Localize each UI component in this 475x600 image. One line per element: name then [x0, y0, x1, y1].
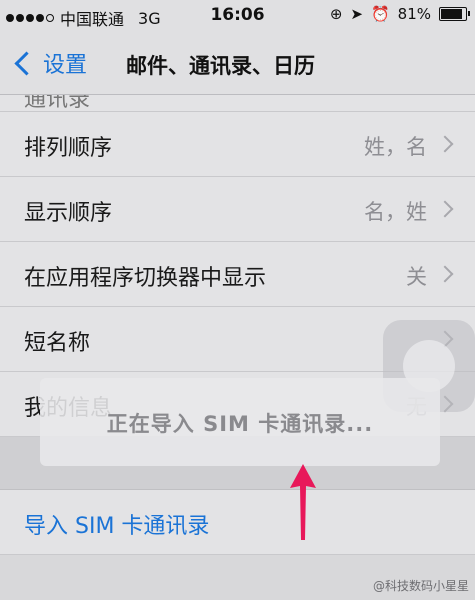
- status-icons: ⊕ ➤ ⏰ 81%: [329, 5, 470, 23]
- status-bar: 中国联通 3G 16:06 ⊕ ➤ ⏰ 81%: [0, 0, 475, 30]
- row-value: 名，姓: [364, 200, 427, 224]
- battery-percent: 81%: [397, 5, 431, 23]
- row-value: 关: [406, 265, 427, 289]
- action-label: 导入 SIM 卡通讯录: [24, 514, 210, 539]
- row-app-switcher[interactable]: 在应用程序切换器中显示 关: [0, 242, 475, 307]
- row-label: 短名称: [24, 331, 91, 356]
- page-title: 邮件、通讯录、日历: [126, 54, 315, 78]
- hud-text: 正在导入 SIM 卡通讯录...: [106, 412, 374, 436]
- section-header-partial: 通讯录: [0, 95, 475, 112]
- import-sim-contacts-button[interactable]: 导入 SIM 卡通讯录: [0, 490, 475, 555]
- back-button[interactable]: 设置: [12, 47, 87, 79]
- row-value: 姓，名: [364, 135, 427, 159]
- chevron-left-icon: [14, 50, 39, 76]
- import-progress-hud: 正在导入 SIM 卡通讯录...: [40, 378, 440, 466]
- chevron-right-icon: [436, 200, 454, 218]
- row-label: 在应用程序切换器中显示: [24, 266, 267, 291]
- location-icon: ➤: [350, 5, 363, 23]
- annotation-arrow-icon: [290, 464, 316, 540]
- row-sort-order[interactable]: 排列顺序 姓，名: [0, 112, 475, 177]
- alarm-icon: ⏰: [370, 5, 390, 23]
- row-display-order[interactable]: 显示顺序 名，姓: [0, 177, 475, 242]
- chevron-right-icon: [436, 135, 454, 153]
- back-label: 设置: [43, 53, 88, 78]
- rotation-lock-icon: ⊕: [329, 5, 343, 23]
- battery-icon: [439, 7, 470, 21]
- watermark: @科技数码小星星: [372, 579, 469, 593]
- navigation-bar: 设置 邮件、通讯录、日历: [0, 30, 475, 95]
- row-label: 显示顺序: [24, 201, 113, 226]
- chevron-right-icon: [436, 265, 454, 283]
- row-label: 排列顺序: [24, 136, 113, 161]
